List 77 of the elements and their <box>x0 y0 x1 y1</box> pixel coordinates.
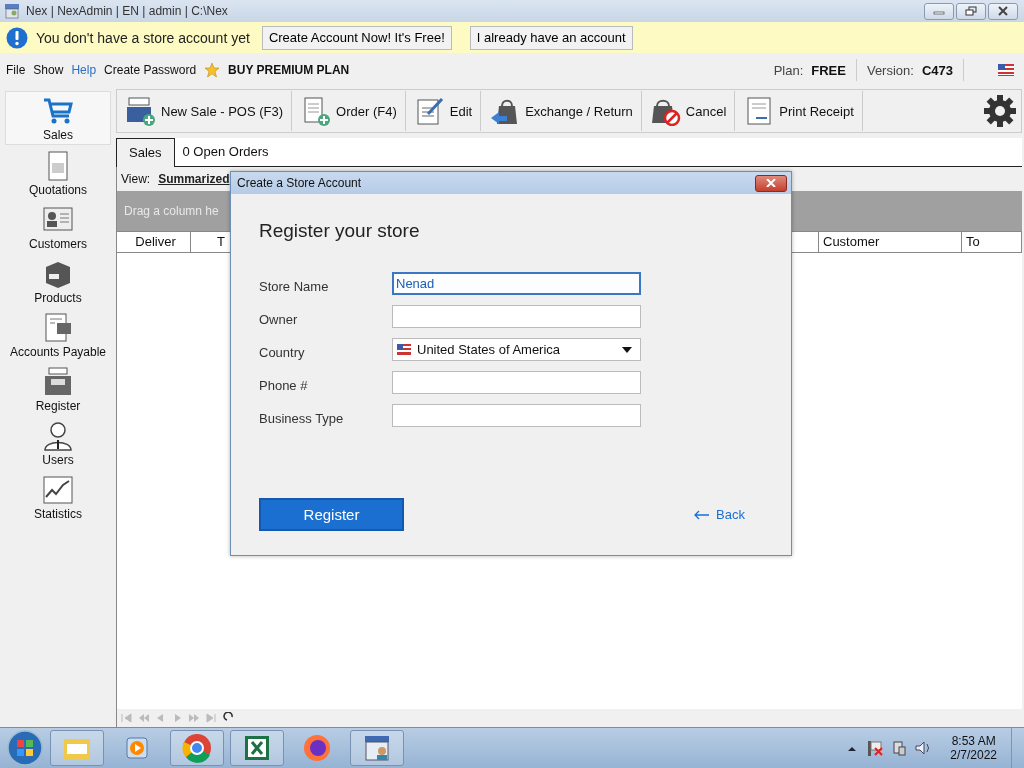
menu-item[interactable]: Help <box>71 63 97 77</box>
input-field[interactable] <box>392 404 641 427</box>
toolbar-button[interactable]: New Sale - POS (F3) <box>117 91 293 131</box>
settings-icon[interactable] <box>983 94 1017 128</box>
input-field[interactable] <box>392 371 641 394</box>
toolbar-button[interactable]: Cancel <box>641 91 736 131</box>
chart-icon <box>41 475 75 505</box>
plan-label: Plan: <box>773 62 804 78</box>
toolbar-button[interactable]: Exchange / Return <box>481 91 642 131</box>
browser-icon <box>182 733 212 763</box>
menu-item[interactable]: Show <box>33 63 64 77</box>
tab[interactable]: 0 Open Orders <box>174 138 277 167</box>
banner-message: You don't have a store account yet <box>36 29 250 46</box>
restore-icon <box>965 6 977 16</box>
column-header[interactable]: Deliver <box>117 232 191 252</box>
flag-icon[interactable] <box>998 64 1014 76</box>
country-dropdown[interactable]: United States of America <box>392 338 641 361</box>
field-label: Owner <box>259 311 299 327</box>
field-label: Phone # <box>259 377 309 393</box>
taskbar-app[interactable] <box>170 730 224 766</box>
banner-button[interactable]: Create Account Now! It's Free! <box>261 25 452 50</box>
sidebar-item[interactable]: Statistics <box>5 469 111 523</box>
sidebar-item[interactable]: Products <box>5 253 111 307</box>
sidebar-item[interactable]: Register <box>5 361 111 415</box>
close-button[interactable] <box>988 2 1018 20</box>
taskbar-app[interactable] <box>230 730 284 766</box>
minimize-button[interactable] <box>924 2 954 20</box>
cart-icon <box>41 96 75 126</box>
sidebar-item[interactable]: Customers <box>5 199 111 253</box>
field-label: Country <box>259 344 306 360</box>
version-value: C473 <box>921 62 953 78</box>
media-player-icon <box>124 735 150 761</box>
sidebar-item[interactable]: Quotations <box>5 145 111 199</box>
field-label: Business Type <box>259 410 345 426</box>
dialog-heading: Register your store <box>259 220 421 242</box>
start-button[interactable] <box>6 729 44 767</box>
sidebar-item[interactable]: Users <box>5 415 111 469</box>
sidebar-item[interactable]: Sales <box>5 91 111 145</box>
back-link[interactable]: Back <box>694 507 745 522</box>
close-icon <box>766 179 776 187</box>
tab[interactable]: Sales <box>116 138 175 167</box>
arrow-left-icon <box>694 509 711 520</box>
menu-item[interactable]: File <box>6 63 26 77</box>
plan-value: FREE <box>811 62 846 78</box>
toolbar-button[interactable]: Order (F4) <box>292 91 406 131</box>
flag-icon <box>397 344 411 355</box>
close-button[interactable] <box>755 174 787 192</box>
column-header[interactable]: Customer <box>819 232 962 252</box>
input-field[interactable] <box>392 305 641 328</box>
taskbar-app[interactable] <box>50 730 104 766</box>
taskbar-app[interactable] <box>350 730 404 766</box>
dropdown-caret-icon <box>622 346 632 353</box>
user-icon <box>41 421 75 451</box>
menu-item[interactable]: Create Password <box>104 63 197 77</box>
browser-icon <box>302 733 332 763</box>
clock-date: 2/7/2022 <box>950 748 997 762</box>
restore-button[interactable] <box>956 2 986 20</box>
sidebar-item[interactable]: Accounts Payable <box>5 307 111 361</box>
input-field[interactable]: Nenad <box>392 272 641 295</box>
window-title: Nex | NexAdmin | EN | admin | C:\Nex <box>26 4 228 18</box>
close-icon <box>997 6 1009 16</box>
info-icon <box>6 26 28 49</box>
view-label: View: <box>121 172 151 186</box>
version-label: Version: <box>866 62 914 78</box>
dialog-title: Create a Store Account <box>237 176 362 190</box>
premium-link[interactable]: BUY PREMIUM PLAN <box>228 63 350 77</box>
column-header[interactable]: To <box>962 232 1022 252</box>
toolbar-button[interactable]: Edit <box>405 91 482 131</box>
field-label: Store Name <box>259 278 330 294</box>
view-link[interactable]: Summarized <box>158 172 230 186</box>
banner-button[interactable]: I already have an account <box>469 25 633 50</box>
clock-time: 8:53 AM <box>951 734 996 748</box>
register-button[interactable]: Register <box>259 498 404 531</box>
star-icon <box>204 62 221 78</box>
group-hint: Drag a column he <box>124 204 219 218</box>
spreadsheet-icon <box>243 734 271 762</box>
toolbar-button[interactable]: Print Receipt <box>735 91 863 131</box>
